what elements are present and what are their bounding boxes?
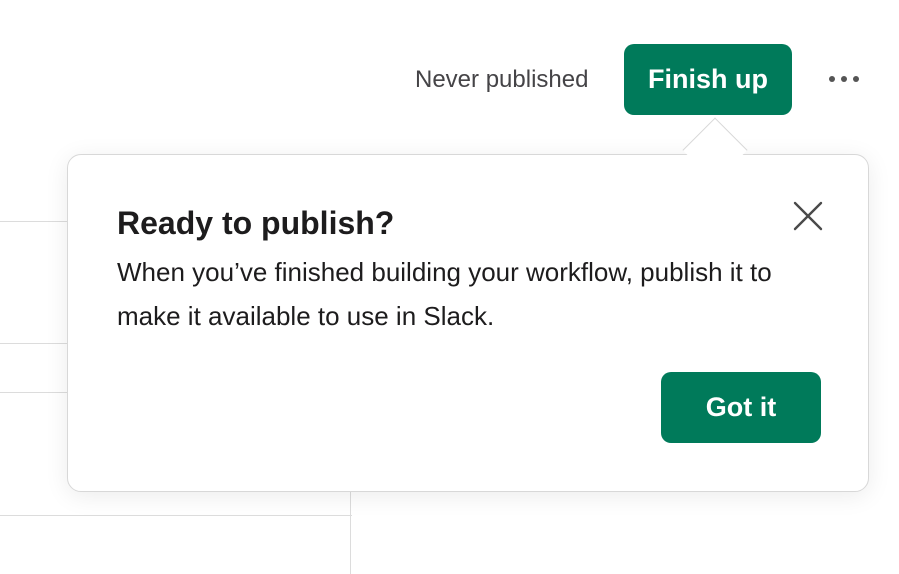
canvas-divider [0, 392, 70, 393]
more-options-button[interactable] [820, 62, 868, 96]
publish-status: Never published [415, 66, 589, 93]
workflow-builder-canvas: Never published Finish up Ready to publi… [0, 0, 899, 574]
close-button[interactable] [790, 198, 826, 234]
canvas-divider [350, 490, 351, 574]
canvas-divider [0, 343, 70, 344]
publish-tip-popover: Ready to publish? When you’ve finished b… [67, 154, 869, 492]
got-it-button[interactable]: Got it [661, 372, 821, 443]
finish-up-button[interactable]: Finish up [624, 44, 792, 115]
canvas-divider [0, 515, 352, 516]
popover-body: When you’ve finished building your workf… [117, 257, 772, 331]
more-horizontal-icon [829, 76, 859, 82]
canvas-divider [0, 221, 70, 222]
close-icon [793, 201, 823, 231]
popover-title: Ready to publish? [117, 205, 395, 241]
